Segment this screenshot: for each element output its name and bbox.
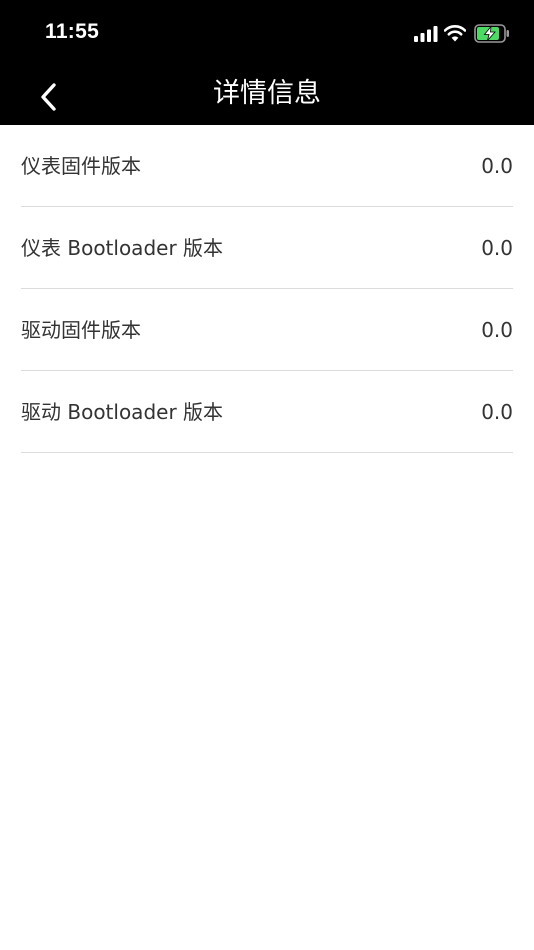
- detail-row-value: 0.0: [481, 154, 513, 178]
- detail-row-label: 驱动固件版本: [21, 318, 141, 342]
- detail-list: 仪表固件版本 0.0 仪表 Bootloader 版本 0.0 驱动固件版本 0…: [0, 125, 534, 453]
- detail-row-label: 仪表 Bootloader 版本: [21, 236, 224, 260]
- header: 11:55 详情信息: [0, 0, 534, 125]
- detail-row-label: 驱动 Bootloader 版本: [21, 400, 224, 424]
- detail-row-value: 0.0: [481, 236, 513, 260]
- page-title: 详情信息: [213, 78, 321, 109]
- detail-row-driver-firmware-version: 驱动固件版本 0.0: [21, 289, 513, 371]
- detail-row-driver-bootloader-version: 驱动 Bootloader 版本 0.0: [21, 371, 513, 453]
- detail-row-meter-bootloader-version: 仪表 Bootloader 版本 0.0: [21, 207, 513, 289]
- cellular-signal-icon: [414, 26, 438, 42]
- detail-row-value: 0.0: [481, 318, 513, 342]
- wifi-icon: [444, 25, 466, 42]
- status-bar: 11:55: [0, 0, 534, 66]
- detail-row-label: 仪表固件版本: [21, 154, 141, 178]
- back-button[interactable]: [30, 76, 70, 116]
- battery-charging-icon: [474, 24, 509, 43]
- detail-row-meter-firmware-version: 仪表固件版本 0.0: [21, 125, 513, 207]
- navigation-bar: 详情信息: [0, 66, 534, 125]
- chevron-left-icon: [41, 83, 56, 111]
- detail-row-value: 0.0: [481, 400, 513, 424]
- status-time: 11:55: [45, 20, 100, 43]
